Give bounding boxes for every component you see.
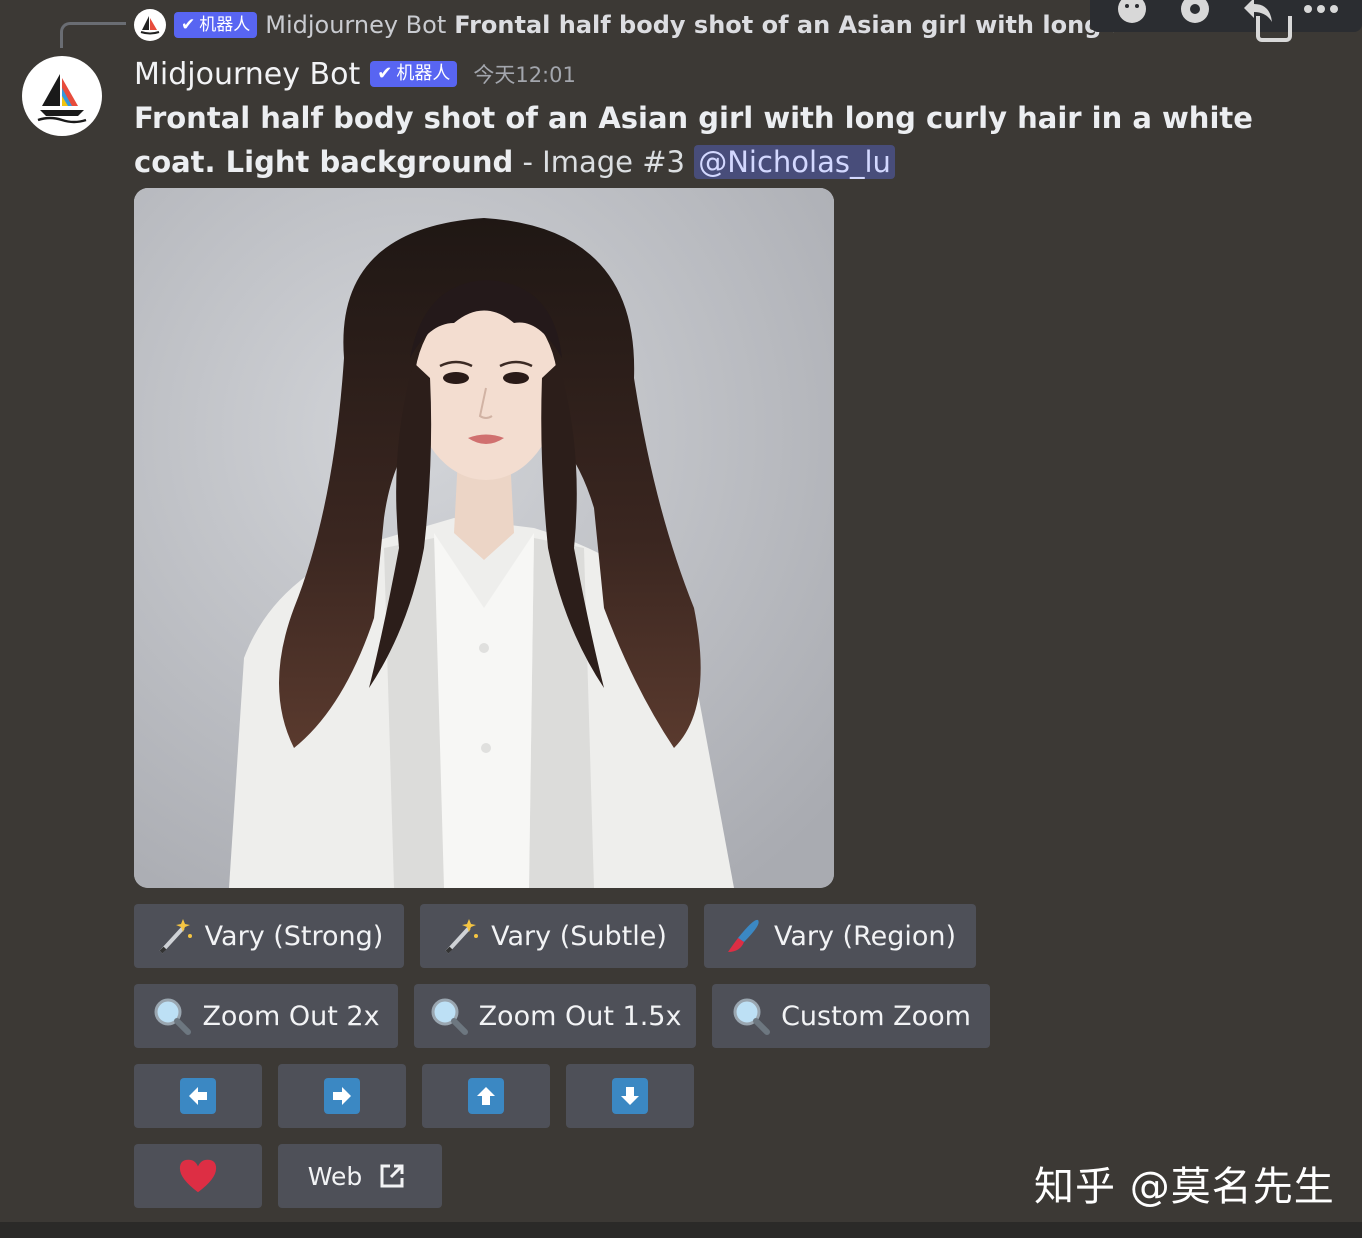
favorite-button[interactable] (134, 1144, 262, 1208)
pan-right-button[interactable] (278, 1064, 406, 1128)
author-name[interactable]: Midjourney Bot (134, 57, 360, 92)
magnifier-icon (731, 996, 771, 1036)
reply-text[interactable]: Frontal half body shot of an Asian girl … (454, 11, 1114, 39)
add-reaction-icon[interactable] (1113, 0, 1151, 26)
verified-check-icon: ✔ (181, 15, 196, 35)
web-label: Web (307, 1161, 363, 1191)
magic-wand-icon (155, 916, 195, 956)
reply-bot-tag-label: 机器人 (199, 15, 251, 35)
verified-check-icon: ✔ (377, 63, 393, 84)
image-number-text: - Image #3 (513, 145, 695, 179)
zoom-out-2x-button[interactable]: Zoom Out 2x (134, 984, 398, 1048)
vary-subtle-label: Vary (Subtle) (491, 920, 667, 952)
custom-zoom-button[interactable]: Custom Zoom (712, 984, 990, 1048)
bottom-edge-bar (0, 1222, 1362, 1238)
bot-tag-label: 机器人 (396, 63, 451, 84)
zoom-out-1-5x-button[interactable]: Zoom Out 1.5x (414, 984, 696, 1048)
vary-subtle-button[interactable]: Vary (Subtle) (420, 904, 688, 968)
midjourney-sailboat-icon (37, 74, 87, 124)
message-header: Midjourney Bot ✔ 机器人 今天12:01 (134, 52, 576, 96)
heart-icon (178, 1156, 218, 1196)
zhihu-watermark: 知乎 @莫名先生 (1034, 1164, 1335, 1210)
vary-region-button[interactable]: Vary (Region) (704, 904, 976, 968)
web-link-button[interactable]: Web (278, 1144, 442, 1208)
external-link-icon (372, 1156, 412, 1196)
pan-down-button[interactable] (566, 1064, 694, 1128)
arrow-down-icon (612, 1078, 648, 1114)
pan-left-button[interactable] (134, 1064, 262, 1128)
reply-avatar[interactable] (134, 9, 166, 41)
reply-bot-tag: ✔ 机器人 (174, 12, 258, 38)
sailboat-logo-icon (140, 16, 160, 35)
magnifier-icon (152, 996, 192, 1036)
zoom-out-1-5x-label: Zoom Out 1.5x (478, 1000, 682, 1032)
portrait-illustration (134, 188, 834, 888)
message-hover-toolbar (1090, 0, 1362, 32)
magic-wand-icon (441, 916, 481, 956)
message-timestamp[interactable]: 今天12:01 (473, 59, 576, 89)
user-mention[interactable]: @Nicholas_lu (694, 145, 895, 179)
generated-image[interactable] (134, 188, 834, 888)
vary-region-label: Vary (Region) (773, 920, 957, 952)
arrow-right-icon (324, 1078, 360, 1114)
reply-author[interactable]: Midjourney Bot (265, 11, 446, 39)
author-avatar[interactable] (22, 56, 102, 136)
arrow-left-icon (180, 1078, 216, 1114)
pan-up-button[interactable] (422, 1064, 550, 1128)
zoom-out-2x-label: Zoom Out 2x (202, 1000, 380, 1032)
vary-strong-label: Vary (Strong) (204, 920, 384, 952)
reply-preview[interactable]: ✔ 机器人 Midjourney Bot Frontal half body s… (134, 6, 1114, 44)
app-reaction-icon[interactable] (1176, 0, 1214, 26)
open-link-icon[interactable] (1256, 16, 1292, 42)
magnifier-icon (429, 996, 469, 1036)
custom-zoom-label: Custom Zoom (781, 1000, 971, 1032)
paintbrush-icon (724, 916, 764, 956)
bot-tag: ✔ 机器人 (370, 61, 458, 87)
discord-message-view: ✔ 机器人 Midjourney Bot Frontal half body s… (0, 0, 1362, 1238)
message-content: Frontal half body shot of an Asian girl … (134, 96, 1284, 184)
arrow-up-icon (468, 1078, 504, 1114)
more-options-icon[interactable] (1302, 0, 1340, 26)
vary-strong-button[interactable]: Vary (Strong) (134, 904, 404, 968)
reply-connector-line (60, 22, 126, 48)
